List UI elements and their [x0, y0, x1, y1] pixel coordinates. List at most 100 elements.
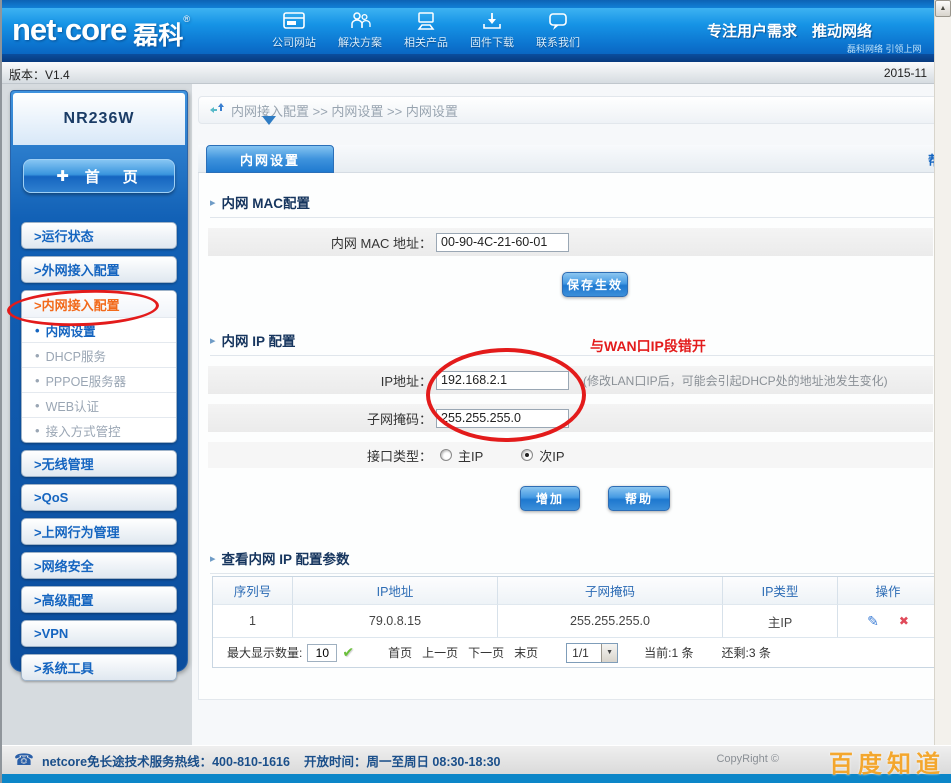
- ip-address-input[interactable]: [436, 371, 569, 390]
- nav-label: 相关产品: [396, 34, 456, 50]
- bottom-strip: [2, 774, 951, 783]
- column-header-actions: 操作: [838, 577, 938, 604]
- sidebar-item-web-auth[interactable]: • WEB认证: [22, 392, 176, 417]
- chevron-down-icon: ▼: [601, 644, 617, 662]
- sidebar-item-behavior-management[interactable]: >上网行为管理: [21, 518, 177, 545]
- pagination-row: 最大显示数量: ✔ 首页 上一页 下一页 末页 1/1 ▼ 当前:1 条 还剩:…: [213, 637, 938, 667]
- sidebar-item-advanced-config[interactable]: >高级配置: [21, 586, 177, 613]
- vertical-scrollbar[interactable]: ▲: [934, 0, 951, 783]
- home-button-label: 首 页: [85, 166, 142, 187]
- tab-lan-settings[interactable]: 内网设置: [206, 145, 334, 173]
- bullet-icon: •: [35, 373, 40, 388]
- nav-label: 公司网站: [264, 34, 324, 50]
- mac-address-input[interactable]: [436, 233, 569, 252]
- section-title: 内网 MAC配置: [222, 192, 311, 212]
- sidebar-item-label: DHCP服务: [46, 346, 106, 365]
- cell-ip: 79.0.8.15: [293, 604, 498, 637]
- nav-item-company-site[interactable]: 公司网站: [264, 11, 324, 50]
- mac-address-label: 内网 MAC 地址：: [208, 233, 432, 252]
- header-nav: 公司网站 解决方案 相关产品: [264, 11, 588, 50]
- sidebar-item-lan-settings[interactable]: • 内网设置: [22, 317, 176, 342]
- first-page-link[interactable]: 首页: [388, 644, 412, 661]
- sidebar-item-access-mode-control[interactable]: • 接入方式管控: [22, 417, 176, 442]
- max-display-label: 最大显示数量:: [227, 644, 302, 661]
- logo-text-cn: 磊科: [133, 16, 183, 52]
- radio-secondary-ip[interactable]: [521, 449, 533, 461]
- radio-primary-ip-label: 主IP: [458, 446, 483, 465]
- ip-address-label: IP地址：: [208, 371, 432, 390]
- header: net·core 磊科 ® 公司网站 解决方案: [2, 0, 951, 62]
- subnet-mask-input[interactable]: [436, 409, 569, 428]
- sidebar-item-wireless[interactable]: >无线管理: [21, 450, 177, 477]
- add-button[interactable]: 增加: [520, 486, 580, 511]
- section-mac-config: ▸ 内网 MAC配置: [210, 192, 935, 218]
- sidebar-item-vpn[interactable]: >VPN: [21, 620, 177, 647]
- column-header-seq: 序列号: [213, 577, 293, 604]
- max-display-input[interactable]: [307, 644, 337, 662]
- sidebar-item-wan-config[interactable]: >外网接入配置: [21, 256, 177, 283]
- page-select[interactable]: 1/1 ▼: [566, 643, 618, 663]
- sidebar: NR236W ✚ 首 页 >运行状态 >外网接入配置 >内网接入配置 • 内网设…: [10, 90, 188, 672]
- tab-pointer: [262, 116, 276, 132]
- sidebar-spacer: [11, 193, 187, 215]
- bullet-icon: •: [35, 398, 40, 413]
- remaining-count: 还剩:3 条: [721, 644, 770, 661]
- subnet-mask-row: 子网掩码：: [208, 404, 933, 432]
- browser-window-icon: [264, 11, 324, 32]
- people-icon: [330, 11, 390, 32]
- edit-icon[interactable]: ✎: [867, 613, 879, 630]
- bullet-icon: •: [35, 323, 40, 338]
- tab-bar: 内网设置: [198, 145, 943, 173]
- ip-address-row: IP地址： (修改LAN口IP后，可能会引起DHCP处的地址池发生变化): [208, 366, 933, 394]
- router-admin-page: net·core 磊科 ® 公司网站 解决方案: [0, 0, 951, 783]
- next-page-link[interactable]: 下一页: [468, 644, 504, 661]
- sidebar-item-qos[interactable]: >QoS: [21, 484, 177, 511]
- current-count: 当前:1 条: [644, 644, 693, 661]
- nav-item-firmware-download[interactable]: 固件下载: [462, 11, 522, 50]
- ip-change-note: (修改LAN口IP后，可能会引起DHCP处的地址池发生变化): [583, 372, 888, 389]
- version-bar: 版本：V1.4 2015-11: [2, 62, 951, 84]
- sidebar-item-network-security[interactable]: >网络安全: [21, 552, 177, 579]
- last-page-link[interactable]: 末页: [514, 644, 538, 661]
- scroll-up-arrow-icon[interactable]: ▲: [935, 0, 951, 17]
- delete-icon[interactable]: ✖: [899, 614, 909, 628]
- nav-item-products[interactable]: 相关产品: [396, 11, 456, 50]
- sidebar-item-label: PPPOE服务器: [46, 371, 127, 390]
- save-apply-button[interactable]: 保存生效: [562, 272, 628, 297]
- slogan-text: 专注用户需求 推动网络: [707, 20, 872, 41]
- apply-check-icon[interactable]: ✔: [342, 644, 354, 661]
- cell-seq: 1: [213, 604, 293, 637]
- sidebar-item-lan-config[interactable]: >内网接入配置: [22, 291, 176, 317]
- radio-primary-ip[interactable]: [440, 449, 452, 461]
- page-select-value: 1/1: [567, 646, 601, 660]
- prev-page-link[interactable]: 上一页: [422, 644, 458, 661]
- chat-bubble-icon: [528, 11, 588, 32]
- copyright-text: CopyRight ©: [716, 753, 779, 765]
- sidebar-item-system-tools[interactable]: >系统工具: [21, 654, 177, 681]
- router-model: NR236W: [13, 93, 185, 145]
- nav-item-contact-us[interactable]: 联系我们: [528, 11, 588, 50]
- column-header-ip: IP地址: [293, 577, 498, 604]
- mac-address-row: 内网 MAC 地址：: [208, 228, 933, 256]
- nav-label: 解决方案: [330, 34, 390, 50]
- sidebar-item-running-status[interactable]: >运行状态: [21, 222, 177, 249]
- section-arrow-icon: ▸: [210, 552, 216, 565]
- nav-label: 固件下载: [462, 34, 522, 50]
- section-ip-config: ▸ 内网 IP 配置: [210, 330, 935, 356]
- help-button[interactable]: 帮助: [608, 486, 670, 511]
- download-icon: [462, 11, 522, 32]
- sidebar-item-label: 内网设置: [46, 321, 96, 340]
- home-button[interactable]: ✚ 首 页: [23, 159, 175, 193]
- device-icon: [396, 11, 456, 32]
- table-header-row: 序列号 IP地址 子网掩码 IP类型 操作: [213, 577, 938, 604]
- header-bottom-strip: [2, 54, 951, 62]
- sidebar-item-dhcp-service[interactable]: • DHCP服务: [22, 342, 176, 367]
- logo-text-en: net·core: [12, 12, 126, 48]
- nav-item-solutions[interactable]: 解决方案: [330, 11, 390, 50]
- sidebar-item-pppoe-server[interactable]: • PPPOE服务器: [22, 367, 176, 392]
- nav-label: 联系我们: [528, 34, 588, 50]
- section-title: 查看内网 IP 配置参数: [222, 548, 350, 568]
- footer: ☎ netcore免长途技术服务热线：400-810-1616 开放时间：周一至…: [2, 745, 951, 774]
- breadcrumb-nav-icon: [209, 102, 224, 118]
- build-date: 2015-11: [884, 66, 927, 80]
